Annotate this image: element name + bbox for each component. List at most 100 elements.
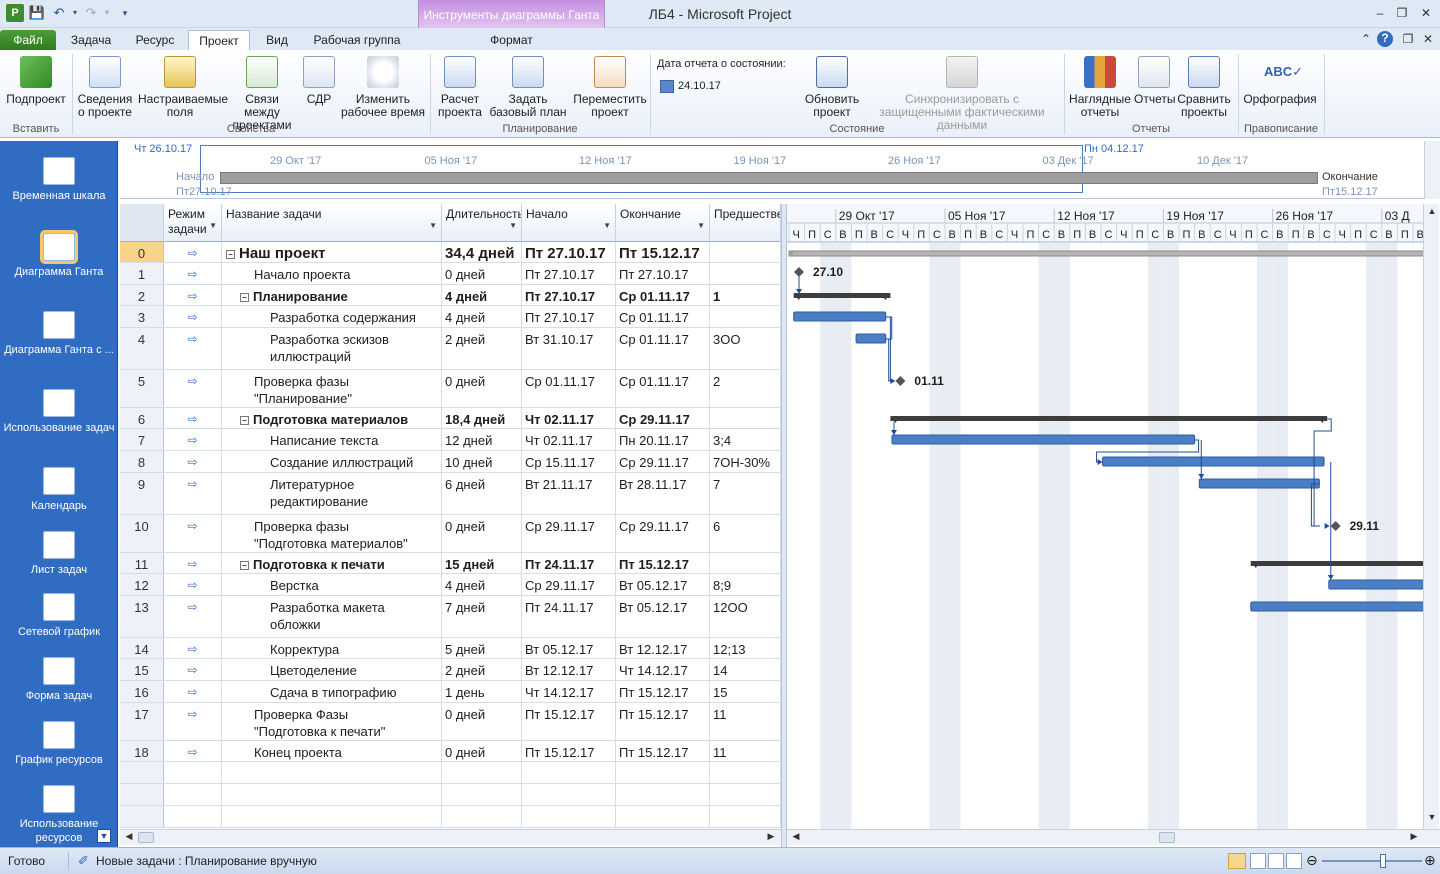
start-cell[interactable]: Вт 05.12.17 (522, 638, 616, 658)
view-network[interactable]: Сетевой график (0, 593, 118, 639)
scroll-down-icon[interactable]: ▼ (1425, 812, 1439, 822)
row-id[interactable]: 5 (120, 370, 164, 407)
task-name-cell[interactable]: Корректура (222, 638, 442, 658)
project-info-button[interactable]: Сведения о проекте (76, 56, 134, 119)
row-id[interactable]: 4 (120, 328, 164, 369)
empty-cell[interactable] (222, 806, 442, 827)
collapse-icon[interactable]: − (240, 416, 249, 425)
header-start[interactable]: Начало ▼ (522, 204, 616, 242)
predecessors-cell[interactable]: 3;4 (710, 429, 781, 450)
tab-view[interactable]: Вид (256, 30, 298, 50)
finish-cell[interactable]: Ср 01.11.17 (616, 370, 710, 407)
start-cell[interactable]: Чт 02.11.17 (522, 408, 616, 428)
tab-file[interactable]: Файл (0, 30, 56, 50)
table-row[interactable]: 4 ⇨ Разработка эскизов иллюстраций 2 дней Вт … (120, 328, 781, 370)
start-cell[interactable]: Пт 15.12.17 (522, 703, 616, 740)
duration-cell[interactable]: 1 день (442, 681, 522, 702)
task-bar[interactable] (1328, 579, 1423, 590)
zoom-slider[interactable] (1322, 860, 1422, 862)
compare-projects-button[interactable]: Сравнить проекты (1176, 56, 1232, 119)
empty-cell[interactable] (522, 806, 616, 827)
tab-format[interactable]: Формат (420, 30, 603, 50)
task-name-cell[interactable]: Верстка (222, 574, 442, 595)
task-bar[interactable] (855, 333, 887, 344)
row-id[interactable] (120, 806, 164, 827)
row-id[interactable] (120, 784, 164, 805)
milestone-diamond[interactable] (1330, 521, 1341, 531)
table-row[interactable]: 9 ⇨ Литературное редактирование 6 дней Вт 21.… (120, 473, 781, 515)
timeline-visible-window[interactable] (200, 145, 1083, 193)
task-name-cell[interactable]: − Наш проект (222, 242, 442, 262)
task-name-cell[interactable]: Проверка фазы "Планирование" (222, 370, 442, 407)
close-doc-icon[interactable]: ✕ (1420, 32, 1436, 46)
finish-cell[interactable]: Вт 05.12.17 (616, 596, 710, 637)
task-bar[interactable] (793, 311, 887, 322)
duration-cell[interactable]: 5 дней (442, 638, 522, 658)
zoom-in-icon[interactable]: ⊕ (1424, 853, 1436, 867)
empty-cell[interactable] (164, 762, 222, 783)
restore-icon[interactable]: ❐ (1394, 6, 1410, 20)
view-timeline[interactable]: Временная шкала (0, 157, 118, 203)
predecessors-cell[interactable]: 2 (710, 370, 781, 407)
row-id[interactable]: 3 (120, 306, 164, 327)
timeline-scrollbar[interactable] (1424, 141, 1440, 199)
row-id[interactable]: 1 (120, 263, 164, 284)
milestone-diamond[interactable] (895, 376, 906, 386)
view-calendar[interactable]: Календарь (0, 467, 118, 513)
finish-cell[interactable]: Пт 15.12.17 (616, 703, 710, 740)
finish-cell[interactable]: Пт 15.12.17 (616, 242, 710, 262)
view-task-sheet[interactable]: Лист задач (0, 531, 118, 577)
start-cell[interactable]: Пт 24.11.17 (522, 596, 616, 637)
finish-cell[interactable]: Вт 12.12.17 (616, 638, 710, 658)
task-name-cell[interactable]: Разработка макета обложки (222, 596, 442, 637)
table-row[interactable]: 0 ⇨ − Наш проект 34,4 дней Пт 27.10.17 Пт 15.1… (120, 242, 781, 263)
view-resource-graph[interactable]: График ресурсов (0, 721, 118, 767)
empty-cell[interactable] (442, 806, 522, 827)
row-id[interactable]: 6 (120, 408, 164, 428)
summary-task-bar[interactable] (1250, 561, 1423, 566)
task-name-cell[interactable]: Сдача в типографию (222, 681, 442, 702)
spelling-button[interactable]: ABC✓ Орфография (1242, 56, 1318, 106)
row-id[interactable]: 12 (120, 574, 164, 595)
select-all-corner[interactable] (120, 204, 164, 242)
duration-cell[interactable]: 4 дней (442, 574, 522, 595)
empty-cell[interactable] (616, 784, 710, 805)
summary-task-bar[interactable] (890, 416, 1328, 421)
start-cell[interactable]: Чт 02.11.17 (522, 429, 616, 450)
task-bar[interactable] (1102, 456, 1325, 467)
row-id[interactable]: 7 (120, 429, 164, 450)
row-id[interactable]: 14 (120, 638, 164, 658)
table-row[interactable]: 15 ⇨ Цветоделение 2 дней Вт 12.12.17 Чт 14.12… (120, 659, 781, 681)
duration-cell[interactable]: 0 дней (442, 370, 522, 407)
table-row[interactable]: 6 ⇨ − Подготовка материалов 18,4 дней Чт 02.1… (120, 408, 781, 429)
chevron-down-icon[interactable]: ▼ (509, 218, 517, 233)
predecessors-cell[interactable] (710, 408, 781, 428)
timeline[interactable]: Чт 26.10.17 Пн 04.12.17 29 Окт '17 05 Ноя… (120, 141, 1440, 199)
duration-cell[interactable]: 2 дней (442, 328, 522, 369)
table-row[interactable]: 17 ⇨ Проверка Фазы "Подготовка к печати" 0 д… (120, 703, 781, 741)
empty-row[interactable] (120, 784, 781, 806)
empty-cell[interactable] (222, 762, 442, 783)
duration-cell[interactable]: 0 дней (442, 515, 522, 552)
links-between-projects-button[interactable]: Связи между проектами (226, 56, 298, 132)
task-bar[interactable] (1250, 601, 1423, 612)
duration-cell[interactable]: 2 дней (442, 659, 522, 680)
scroll-right-icon[interactable]: ▶ (1407, 831, 1421, 842)
gantt-hscrollbar[interactable]: ◀ ▶ (787, 829, 1440, 845)
chevron-down-icon[interactable]: ▼ (429, 218, 437, 233)
chevron-down-icon[interactable]: ▼ (697, 218, 705, 233)
finish-cell[interactable]: Ср 01.11.17 (616, 285, 710, 305)
start-cell[interactable]: Ср 29.11.17 (522, 574, 616, 595)
start-cell[interactable]: Ср 29.11.17 (522, 515, 616, 552)
start-cell[interactable]: Пт 27.10.17 (522, 285, 616, 305)
finish-cell[interactable]: Чт 14.12.17 (616, 659, 710, 680)
empty-cell[interactable] (522, 762, 616, 783)
tab-project[interactable]: Проект (188, 30, 250, 50)
gantt-chart[interactable]: 29 Окт '17 05 Ноя '17 12 Ноя '17 19 Ноя '17… (787, 204, 1423, 829)
subproject-button[interactable]: Подпроект (4, 56, 68, 106)
milestone-diamond[interactable] (794, 267, 804, 277)
predecessors-cell[interactable]: 11 (710, 741, 781, 761)
table-row[interactable]: 8 ⇨ Создание иллюстраций 10 дней Ср 15.11.17… (120, 451, 781, 473)
table-row[interactable]: 5 ⇨ Проверка фазы "Планирование" 0 дней Ср 01… (120, 370, 781, 408)
table-row[interactable]: 13 ⇨ Разработка макета обложки 7 дней Пт 24.1… (120, 596, 781, 638)
